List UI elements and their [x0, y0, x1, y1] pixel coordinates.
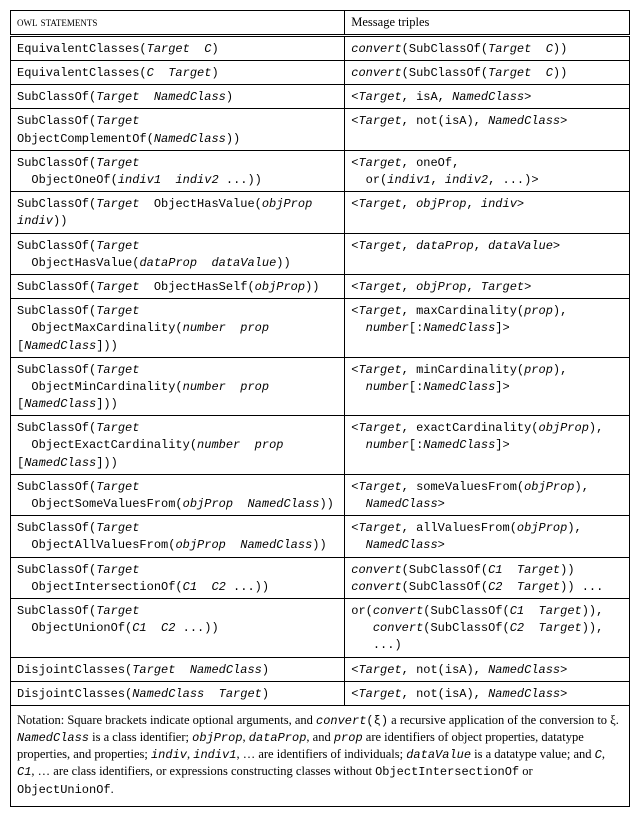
msg-cell: <Target, maxCardinality(prop), number[:N…	[345, 299, 630, 358]
table-row: DisjointClasses(Target NamedClass)<Targe…	[11, 657, 630, 681]
owl-cell: SubClassOf(Target ObjectAllValuesFrom(ob…	[11, 516, 345, 557]
msg-cell: convert(SubClassOf(C1 Target))convert(Su…	[345, 557, 630, 598]
msg-cell: or(convert(SubClassOf(C1 Target)), conve…	[345, 598, 630, 657]
msg-cell: <Target, minCardinality(prop), number[:N…	[345, 357, 630, 416]
owl-cell: DisjointClasses(Target NamedClass)	[11, 657, 345, 681]
owl-cell: SubClassOf(Target ObjectOneOf(indiv1 ind…	[11, 150, 345, 191]
table-row: SubClassOf(Target ObjectMaxCardinality(n…	[11, 299, 630, 358]
table-row: SubClassOf(Target ObjectIntersectionOf(C…	[11, 557, 630, 598]
table-row: SubClassOf(Target ObjectExactCardinality…	[11, 416, 630, 475]
msg-cell: <Target, oneOf, or(indiv1, indiv2, ...)>	[345, 150, 630, 191]
owl-cell: EquivalentClasses(C Target)	[11, 61, 345, 85]
owl-cell: SubClassOf(Target ObjectUnionOf(C1 C2 ..…	[11, 598, 345, 657]
owl-cell: SubClassOf(Target NamedClass)	[11, 85, 345, 109]
col-header-msg: Message triples	[345, 11, 630, 36]
table-row: SubClassOf(Target ObjectHasValue(objProp…	[11, 192, 630, 233]
table-row: EquivalentClasses(Target C)convert(SubCl…	[11, 35, 630, 60]
col-header-owl: owl statements	[11, 11, 345, 36]
table-row: EquivalentClasses(C Target)convert(SubCl…	[11, 61, 630, 85]
table-row: SubClassOf(Target ObjectMinCardinality(n…	[11, 357, 630, 416]
owl-cell: DisjointClasses(NamedClass Target)	[11, 681, 345, 705]
table-row: SubClassOf(Target ObjectUnionOf(C1 C2 ..…	[11, 598, 630, 657]
table-row: SubClassOf(Target ObjectComplementOf(Nam…	[11, 109, 630, 150]
owl-cell: SubClassOf(Target ObjectHasValue(dataPro…	[11, 233, 345, 274]
table-row: SubClassOf(Target ObjectHasValue(dataPro…	[11, 233, 630, 274]
table-row: SubClassOf(Target NamedClass)<Target, is…	[11, 85, 630, 109]
msg-cell: <Target, someValuesFrom(objProp), NamedC…	[345, 474, 630, 515]
table-row: SubClassOf(Target ObjectSomeValuesFrom(o…	[11, 474, 630, 515]
msg-cell: <Target, objProp, Target>	[345, 274, 630, 298]
msg-cell: <Target, isA, NamedClass>	[345, 85, 630, 109]
msg-cell: <Target, allValuesFrom(objProp), NamedCl…	[345, 516, 630, 557]
msg-cell: <Target, not(isA), NamedClass>	[345, 657, 630, 681]
owl-cell: SubClassOf(Target ObjectSomeValuesFrom(o…	[11, 474, 345, 515]
mapping-table: owl statements Message triples Equivalen…	[10, 10, 630, 706]
table-row: SubClassOf(Target ObjectHasSelf(objProp)…	[11, 274, 630, 298]
msg-cell: <Target, not(isA), NamedClass>	[345, 109, 630, 150]
msg-cell: <Target, objProp, indiv>	[345, 192, 630, 233]
msg-cell: <Target, dataProp, dataValue>	[345, 233, 630, 274]
msg-cell: <Target, exactCardinality(objProp), numb…	[345, 416, 630, 475]
msg-cell: convert(SubClassOf(Target C))	[345, 35, 630, 60]
table-row: DisjointClasses(NamedClass Target)<Targe…	[11, 681, 630, 705]
msg-cell: convert(SubClassOf(Target C))	[345, 61, 630, 85]
table-row: SubClassOf(Target ObjectAllValuesFrom(ob…	[11, 516, 630, 557]
msg-cell: <Target, not(isA), NamedClass>	[345, 681, 630, 705]
owl-cell: SubClassOf(Target ObjectHasValue(objProp…	[11, 192, 345, 233]
owl-cell: SubClassOf(Target ObjectMinCardinality(n…	[11, 357, 345, 416]
table-row: SubClassOf(Target ObjectOneOf(indiv1 ind…	[11, 150, 630, 191]
notation-block: Notation: Square brackets indicate optio…	[10, 706, 630, 807]
owl-cell: SubClassOf(Target ObjectMaxCardinality(n…	[11, 299, 345, 358]
owl-cell: SubClassOf(Target ObjectComplementOf(Nam…	[11, 109, 345, 150]
owl-cell: SubClassOf(Target ObjectIntersectionOf(C…	[11, 557, 345, 598]
owl-cell: SubClassOf(Target ObjectExactCardinality…	[11, 416, 345, 475]
owl-cell: SubClassOf(Target ObjectHasSelf(objProp)…	[11, 274, 345, 298]
owl-cell: EquivalentClasses(Target C)	[11, 35, 345, 60]
